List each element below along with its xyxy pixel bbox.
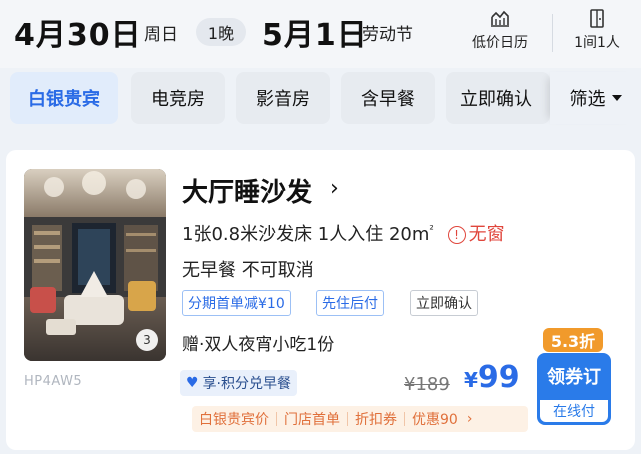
- pay-online-label: 在线付: [540, 400, 608, 422]
- caret-down-icon: [611, 95, 622, 101]
- price-chart-icon: [491, 10, 509, 27]
- gift-line: 赠·双人夜宵小吃1份: [182, 335, 335, 355]
- guests-label: 1间1人: [574, 35, 620, 51]
- filter-chip-breakfast[interactable]: 含早餐: [341, 72, 435, 124]
- chevron-right-icon[interactable]: ›: [330, 176, 339, 201]
- no-window-warning: ! 无窗: [447, 224, 505, 245]
- filter-chip-silver-vip[interactable]: 白银贵宾: [10, 72, 118, 124]
- nights-badge: 1晚: [196, 18, 246, 46]
- room-card[interactable]: 3 HP4AW5 大厅睡沙发 › 1张0.8米沙发床 1人入住 20m² ! 无窗…: [6, 150, 635, 450]
- promo-first-order: 门店首单: [284, 412, 340, 428]
- room-policy: 无早餐 不可取消: [182, 260, 314, 281]
- date-bar[interactable]: 4月30日 周日 1晚 5月1日 劳动节 低价日历 1间1人: [0, 0, 641, 68]
- original-price: ¥189: [404, 374, 450, 395]
- current-price-value: 99: [477, 360, 520, 395]
- checkout-date[interactable]: 5月1日: [262, 10, 368, 54]
- promo-silver-vip: 白银贵宾价: [199, 412, 269, 428]
- room-photo[interactable]: 3: [24, 169, 166, 361]
- low-price-calendar-button[interactable]: 低价日历: [460, 8, 540, 52]
- currency-symbol: ¥: [464, 368, 478, 392]
- discount-badge: 5.3折: [543, 328, 603, 352]
- chevron-right-icon: ›: [466, 411, 473, 427]
- room-title[interactable]: 大厅睡沙发: [182, 172, 312, 209]
- room-guest-selector[interactable]: 1间1人: [557, 8, 637, 52]
- filter-chip-instant-confirm[interactable]: 立即确认: [446, 72, 550, 124]
- filter-chip-theater-room[interactable]: 影音房: [236, 72, 330, 124]
- filter-button[interactable]: 筛选: [550, 72, 641, 124]
- checkout-holiday: 劳动节: [362, 25, 413, 45]
- calendar-label: 低价日历: [472, 35, 528, 51]
- tag-installment: 分期首单减¥10: [182, 290, 291, 316]
- promo-strip[interactable]: 白银贵宾价 门店首单 折扣券 优惠90 ›: [192, 406, 528, 432]
- points-label: 享·积分兑早餐: [202, 376, 292, 392]
- area-unit: ²: [429, 223, 434, 236]
- filter-bar: 白银贵宾 电竞房 影音房 含早餐 立即确认 筛选: [0, 70, 641, 130]
- filter-chip-esports-room[interactable]: 电竞房: [131, 72, 225, 124]
- book-label: 领券订: [547, 367, 601, 388]
- checkin-date[interactable]: 4月30日: [14, 10, 142, 54]
- promo-discount-total: 优惠90: [412, 412, 458, 428]
- room-specs: 1张0.8米沙发床 1人入住 20m² ! 无窗: [182, 220, 505, 246]
- book-button[interactable]: 领券订 在线付: [537, 353, 611, 425]
- no-window-label: 无窗: [468, 224, 505, 245]
- heart-icon: ♥: [186, 375, 199, 391]
- room-specs-text: 1张0.8米沙发床 1人入住 20m: [182, 224, 430, 245]
- points-badge[interactable]: ♥ 享·积分兑早餐: [180, 370, 298, 396]
- tag-pay-later: 先住后付: [316, 290, 384, 316]
- door-icon: [590, 9, 604, 28]
- tag-instant-confirm: 立即确认: [410, 290, 478, 316]
- photo-count-badge: 3: [136, 329, 158, 351]
- alert-icon: !: [447, 226, 466, 244]
- divider: [552, 14, 553, 52]
- room-code: HP4AW5: [24, 374, 83, 389]
- filter-label: 筛选: [569, 89, 606, 110]
- checkin-weekday: 周日: [144, 25, 178, 45]
- current-price: ¥99: [464, 360, 520, 395]
- promo-coupon: 折扣券: [355, 412, 397, 428]
